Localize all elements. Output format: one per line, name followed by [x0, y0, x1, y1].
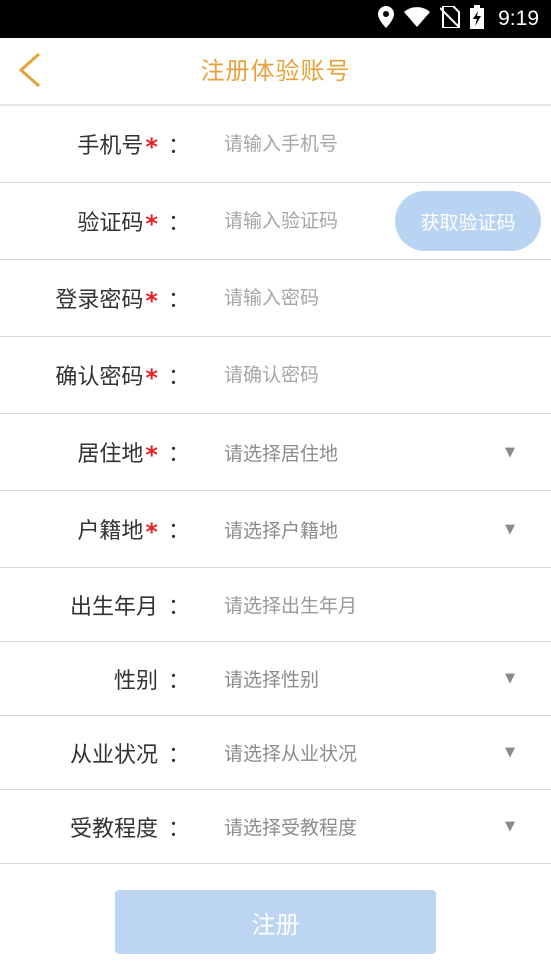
residence-value: 请选择居住地	[224, 442, 339, 465]
colon: ：	[167, 288, 190, 313]
education-value: 请选择受教程度	[224, 817, 358, 839]
register-button[interactable]: 注册	[115, 890, 436, 954]
hukou-value: 请选择户籍地	[224, 519, 339, 542]
status-time: 9:19	[498, 7, 539, 30]
hukou-label: 户籍地	[77, 519, 144, 544]
employment-value: 请选择从业状况	[224, 743, 358, 765]
wifi-icon	[404, 7, 431, 31]
code-label: 验证码	[77, 211, 144, 236]
gender-value: 请选择性别	[224, 669, 320, 691]
colon: ：	[167, 668, 190, 694]
required-mark: *	[145, 210, 158, 238]
colon: ：	[167, 442, 190, 467]
colon: ：	[167, 816, 190, 842]
employment-label: 从业状况	[69, 742, 158, 768]
education-select[interactable]: 受教程度 ： 请选择受教程度 ▼	[0, 790, 551, 864]
battery-charging-icon	[470, 5, 485, 33]
status-icons: 9:19	[378, 0, 539, 38]
form-row-code: 验证码 * ： 获取验证码	[0, 183, 551, 260]
phone-label: 手机号	[77, 134, 144, 159]
residence-label: 居住地	[77, 442, 144, 467]
location-icon	[378, 6, 395, 32]
get-code-button[interactable]: 获取验证码	[395, 191, 541, 251]
header: 注册体验账号	[0, 38, 551, 106]
colon: ：	[167, 742, 190, 768]
gender-select[interactable]: 性别 ： 请选择性别 ▼	[0, 642, 551, 716]
confirm-password-input[interactable]	[224, 364, 384, 386]
birth-date-picker[interactable]: 出生年月 ： 请选择出生年月	[0, 568, 551, 642]
required-mark: *	[145, 441, 158, 469]
required-mark: *	[145, 518, 158, 546]
password-label: 登录密码	[55, 288, 144, 313]
register-form: 手机号 * ： 验证码 * ： 获取验证码 登录密码 * ： 确认密码 * ：	[0, 106, 551, 864]
password-input[interactable]	[224, 287, 384, 309]
employment-select[interactable]: 从业状况 ： 请选择从业状况 ▼	[0, 716, 551, 790]
residence-select[interactable]: 居住地 * ： 请选择居住地 ▼	[0, 414, 551, 491]
confirm-password-label: 确认密码	[55, 365, 144, 390]
phone-input[interactable]	[224, 133, 384, 155]
colon: ：	[167, 519, 190, 544]
education-label: 受教程度	[69, 816, 158, 842]
dropdown-arrow-icon: ▼	[505, 745, 515, 760]
verification-code-input[interactable]	[224, 210, 384, 232]
required-mark: *	[145, 287, 158, 315]
dropdown-arrow-icon: ▼	[505, 819, 515, 834]
birth-value: 请选择出生年月	[224, 595, 358, 617]
required-mark: *	[145, 364, 158, 392]
birth-label: 出生年月	[69, 594, 158, 620]
form-row-password: 登录密码 * ：	[0, 260, 551, 337]
dropdown-arrow-icon: ▼	[505, 671, 515, 686]
required-mark: *	[145, 133, 158, 161]
form-row-phone: 手机号 * ：	[0, 106, 551, 183]
dropdown-arrow-icon: ▼	[505, 444, 515, 460]
colon: ：	[167, 211, 190, 236]
status-bar: 9:19	[0, 0, 551, 38]
colon: ：	[167, 365, 190, 390]
form-row-confirm: 确认密码 * ：	[0, 337, 551, 414]
dropdown-arrow-icon: ▼	[505, 521, 515, 537]
page-title: 注册体验账号	[200, 57, 351, 85]
colon: ：	[167, 134, 190, 159]
colon: ：	[167, 594, 190, 620]
hukou-select[interactable]: 户籍地 * ： 请选择户籍地 ▼	[0, 491, 551, 568]
no-sim-icon	[439, 5, 461, 32]
gender-label: 性别	[113, 668, 158, 694]
